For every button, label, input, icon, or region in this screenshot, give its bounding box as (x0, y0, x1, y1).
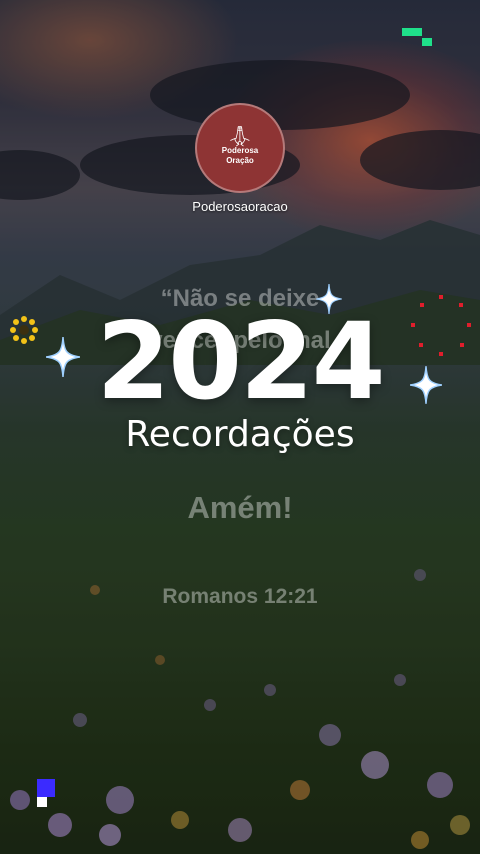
avatar-brand-line2: Oração (226, 156, 254, 165)
pixel-square-icon (37, 779, 55, 807)
praying-hands-icon: 🙏︎ (227, 124, 253, 148)
sparkle-icon (410, 366, 442, 404)
quote-reference: Romanos 12:21 (162, 585, 318, 608)
avatar-brand-line1: Poderosa (221, 146, 259, 155)
profile-username[interactable]: Poderosaoracao (170, 199, 310, 214)
video-screen[interactable]: 🙏︎ Poderosa Oração Poderosaoracao “Não s… (0, 0, 480, 854)
sparkle-icon (46, 337, 80, 377)
firework-icon (411, 295, 471, 356)
app-corner-icon (402, 28, 432, 46)
flower-icon (10, 316, 38, 344)
avatar[interactable]: 🙏︎ Poderosa Oração (195, 103, 285, 193)
quote-amen: Amém! (187, 490, 293, 525)
sparkle-icon (316, 284, 342, 314)
profile-badge[interactable]: 🙏︎ Poderosa Oração Poderosaoracao (190, 103, 290, 214)
recordacoes-subtitle: Recordações (125, 414, 355, 455)
